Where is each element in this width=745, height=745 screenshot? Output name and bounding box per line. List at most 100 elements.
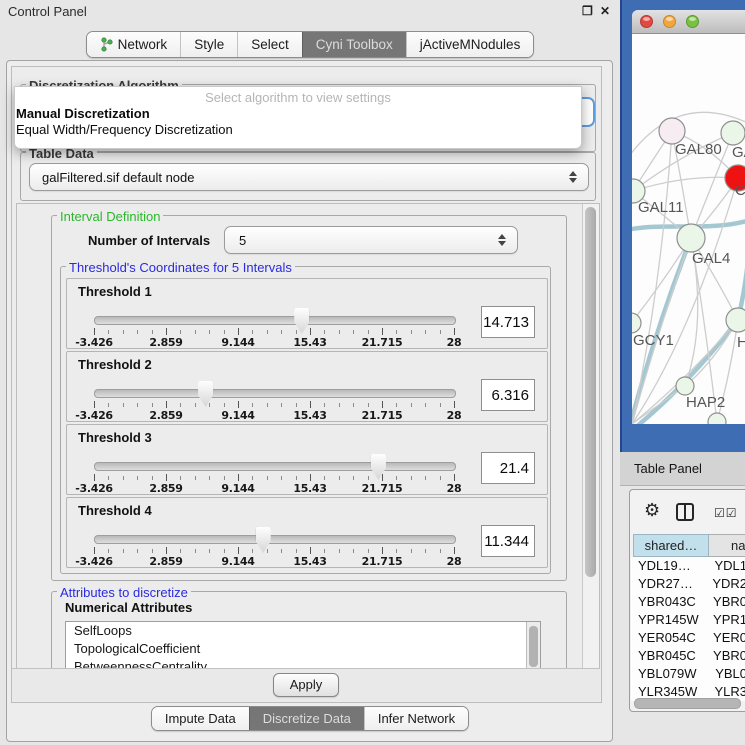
minimize-light[interactable] — [663, 15, 676, 28]
tab-cyni-toolbox[interactable]: Cyni Toolbox — [302, 32, 406, 57]
slider-tick — [195, 476, 196, 480]
network-edge[interactable] — [632, 131, 672, 424]
threshold-value-field[interactable]: 14.713 — [481, 306, 535, 338]
tab-impute-data[interactable]: Impute Data — [152, 707, 249, 730]
node-green-top[interactable] — [721, 121, 745, 145]
network-canvas[interactable]: GAL80GACGAL11GAL4GCY1HHAP2 — [632, 34, 745, 424]
tab-network[interactable]: Network — [87, 32, 181, 57]
table-panel-header: Table Panel — [620, 452, 745, 486]
algorithm-placeholder: Select algorithm to view settings — [15, 90, 581, 106]
slider-tick — [411, 403, 412, 407]
slider-track[interactable] — [94, 389, 456, 398]
slider-tick — [296, 330, 297, 334]
number-of-intervals-combobox[interactable]: 5 — [224, 226, 518, 254]
slider-tick — [209, 549, 210, 553]
column-header-name[interactable]: na — [709, 534, 745, 557]
slider-tick — [166, 328, 167, 335]
slider-tick — [123, 476, 124, 480]
slider-tick — [180, 476, 181, 480]
settings-scrollbar-thumb[interactable] — [585, 207, 596, 577]
attribute-list-item[interactable]: TopologicalCoefficient — [66, 640, 540, 658]
slider-tick — [209, 476, 210, 480]
column-header-shared-name[interactable]: shared… — [633, 534, 709, 557]
table-row[interactable]: YBR043CYBR0 — [631, 593, 745, 611]
slider-tick — [152, 549, 153, 553]
slider-track[interactable] — [94, 316, 456, 325]
threshold-panel: Threshold 4-3.4262.8599.14415.4321.71528… — [66, 497, 548, 568]
threshold-value-field[interactable]: 11.344 — [481, 525, 535, 557]
slider-tick — [368, 476, 369, 480]
slider-tick — [238, 547, 239, 554]
float-icon[interactable]: ❐ — [582, 4, 593, 18]
algorithm-dropdown-popup: Select algorithm to view settings Manual… — [14, 86, 582, 149]
slider-tick — [339, 403, 340, 407]
table-row[interactable]: YBL079WYBL0 — [631, 665, 745, 683]
node-label: GCY1 — [633, 332, 674, 349]
zoom-light[interactable] — [686, 15, 699, 28]
tab-jactivemnodules[interactable]: jActiveMNodules — [406, 32, 534, 57]
slider-tick — [324, 549, 325, 553]
slider-track[interactable] — [94, 462, 456, 471]
close-icon[interactable]: ✕ — [600, 4, 610, 18]
slider-track[interactable] — [94, 535, 456, 544]
node-gal4[interactable] — [677, 224, 705, 252]
slider-tick — [238, 328, 239, 335]
slider-tick — [195, 403, 196, 407]
numerical-attributes-list[interactable]: SelfLoopsTopologicalCoefficientBetweenne… — [65, 621, 541, 669]
slider-tick — [108, 330, 109, 334]
slider-thumb[interactable] — [198, 381, 213, 407]
table-row[interactable]: YPR145WYPR1 — [631, 611, 745, 629]
table-row[interactable]: YDR27…YDR2 — [631, 575, 745, 593]
table-row[interactable]: YER054CYER0 — [631, 629, 745, 647]
settings-scrollbar[interactable] — [582, 204, 599, 668]
table-data-combobox[interactable]: galFiltered.sif default node — [29, 163, 589, 191]
node-gcy1[interactable] — [632, 313, 641, 333]
horizontal-scrollbar-thumb[interactable] — [634, 698, 741, 709]
slider-tick-label: -3.426 — [69, 409, 119, 422]
threshold-panel: Threshold 2-3.4262.8599.14415.4321.71528… — [66, 351, 548, 422]
slider-tick — [382, 401, 383, 408]
checkbox-icons[interactable]: ☑☑ — [714, 506, 738, 520]
slider-tick-label: 2.859 — [141, 409, 191, 422]
apply-button[interactable]: Apply — [273, 673, 340, 697]
split-column-icon[interactable] — [676, 503, 694, 521]
settings-scroll-viewport: Interval Definition Number of Intervals … — [16, 203, 600, 669]
slider-tick-label: 21.715 — [357, 409, 407, 422]
node-right-h[interactable] — [726, 308, 745, 332]
slider-tick — [339, 330, 340, 334]
slider-tick — [281, 330, 282, 334]
slider-tick — [94, 474, 95, 481]
attribute-list-item[interactable]: SelfLoops — [66, 622, 540, 640]
bottom-tab-bar: Impute Data Discretize DataInfer Network — [0, 706, 620, 731]
tab-discretize-data[interactable]: Discretize Data — [249, 707, 364, 730]
node-bottom-partial[interactable] — [708, 413, 726, 424]
slider-tick — [440, 549, 441, 553]
cell-shared-name: YBR045C — [631, 647, 705, 665]
threshold-value-field[interactable]: 6.316 — [481, 379, 535, 411]
algorithm-option[interactable]: Equal Width/Frequency Discretization — [15, 122, 581, 138]
tab-infer-network[interactable]: Infer Network — [364, 707, 468, 730]
table-header-row: shared… na — [633, 534, 745, 557]
list-scrollbar-thumb[interactable] — [529, 626, 538, 667]
tab-style[interactable]: Style — [180, 32, 237, 57]
table-row[interactable]: YDL19…YDL1 — [631, 557, 745, 575]
slider-thumb[interactable] — [371, 454, 386, 480]
slider-tick-label: 28 — [429, 555, 479, 568]
close-light[interactable] — [640, 15, 653, 28]
list-scrollbar[interactable] — [526, 622, 540, 669]
apply-strip: Apply — [12, 668, 600, 701]
node-hap2[interactable] — [676, 377, 694, 395]
slider-thumb[interactable] — [256, 527, 271, 553]
gear-icon[interactable]: ⚙ — [644, 501, 660, 519]
slider-tick-label: 9.144 — [213, 482, 263, 495]
slider-tick-label: 15.43 — [285, 555, 335, 568]
threshold-value-field[interactable]: 21.4 — [481, 452, 535, 484]
table-data-group: Table Data galFiltered.sif default node — [20, 152, 596, 201]
tab-select[interactable]: Select — [237, 32, 302, 57]
table-row[interactable]: YBR045CYBR0 — [631, 647, 745, 665]
algorithm-option[interactable]: Manual Discretization — [15, 106, 581, 122]
slider-tick — [425, 403, 426, 407]
tab-label: Impute Data — [165, 711, 236, 726]
slider-tick — [180, 403, 181, 407]
slider-tick — [152, 403, 153, 407]
